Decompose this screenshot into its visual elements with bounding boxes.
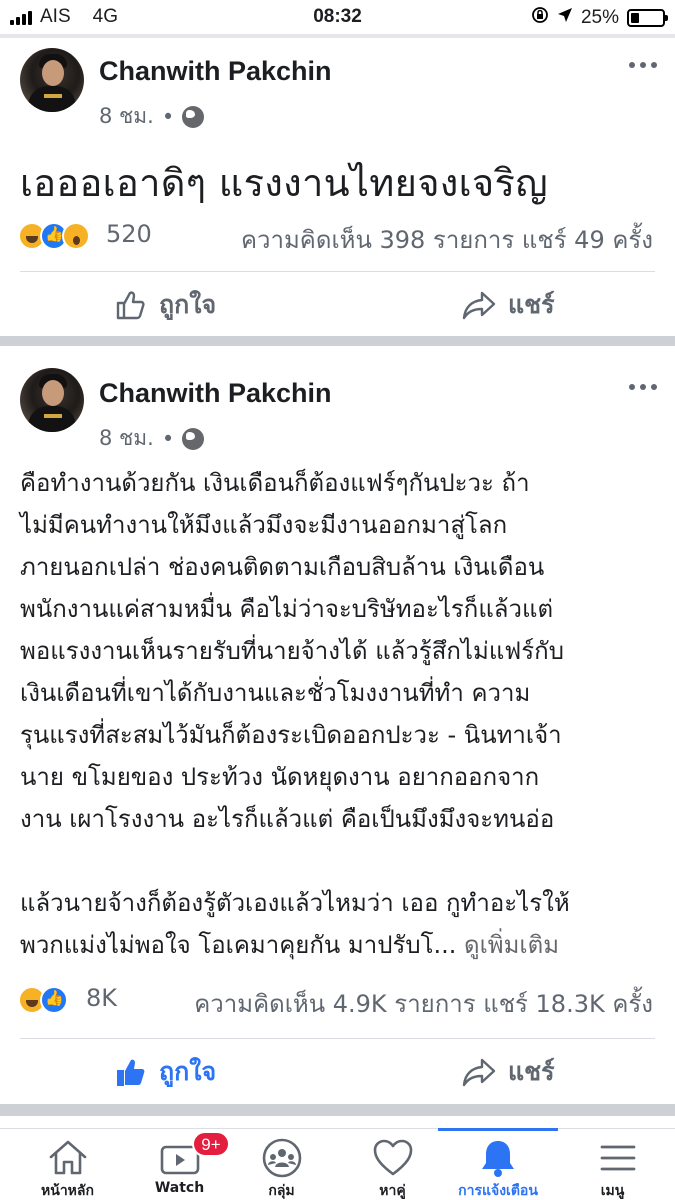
share-arrow-icon [462,290,496,320]
dating-heart-icon [372,1137,414,1179]
post-divider [0,336,675,346]
stats-divider [20,1038,655,1039]
see-more-link[interactable]: ดูเพิ่มเติม [464,931,559,959]
header-divider [0,34,675,38]
like-label: ถูกใจ [159,290,217,319]
globe-icon [182,427,205,450]
post-actions: ถูกใจ แชร์ [0,275,675,335]
home-icon [47,1137,89,1179]
stats-divider [20,271,655,272]
like-reaction-icon [40,986,68,1014]
post-actions: ถูกใจ แชร์ [0,1042,675,1102]
share-label: แชร์ [508,1057,555,1086]
post-meta: 8 ชม. • [99,422,205,455]
like-label: ถูกใจ [159,1057,217,1086]
groups-icon [261,1137,303,1179]
like-button[interactable]: ถูกใจ [115,1042,216,1102]
tab-menu[interactable]: เมนู [550,1129,675,1200]
post-time[interactable]: 8 ชม. [99,422,154,455]
tab-notifications[interactable]: การแจ้งเตือน [438,1128,558,1200]
meta-separator: • [161,104,175,129]
orientation-lock-icon [531,6,549,30]
reaction-icons[interactable] [18,986,68,1014]
battery-percent: 25% [580,7,619,28]
author-name[interactable]: Chanwith Pakchin [99,56,332,87]
post-text-line: ภายนอกเปล่า ช่องคนติดตามเกือบสิบล้าน เงิ… [20,553,545,581]
post-body: คือทำงานด้วยกัน เงินเดือนก็ต้องแฟร์ๆกันป… [20,462,660,966]
globe-icon [182,105,205,128]
wow-reaction-icon [62,222,90,250]
post-text-line: แล้วนายจ้างก็ต้องรู้ตัวเองแล้วไหมว่า เออ… [20,889,570,917]
post-text-blank-line [20,840,660,882]
share-button[interactable]: แชร์ [462,1042,555,1102]
bell-icon [477,1137,519,1179]
comments-shares-count[interactable]: ความคิดเห็น 4.9K รายการ แชร์ 18.3K ครั้ง [194,984,653,1023]
author-name[interactable]: Chanwith Pakchin [99,378,332,409]
thumbs-up-filled-icon [115,1056,147,1088]
post-meta: 8 ชม. • [99,100,205,133]
share-arrow-icon [462,1057,496,1087]
reaction-icons[interactable] [18,222,90,250]
tab-label: การแจ้งเตือน [458,1183,538,1199]
bottom-navigation: หน้าหลัก 9+ Watch กลุ่ม หาคู่ การแจ้งเตื… [0,1128,675,1200]
tab-label: เมนู [600,1183,625,1199]
post-text-line: คือทำงานด้วยกัน เงินเดือนก็ต้องแฟร์ๆกันป… [20,469,530,497]
post-divider [0,1104,675,1116]
more-options-icon[interactable] [629,384,657,390]
post-text-last-line: พวกแม่งไม่พอใจ โอเคมาคุยกัน มาปรับโ... ด… [20,924,660,966]
reaction-count[interactable]: 8K [86,984,117,1012]
comments-shares-count[interactable]: ความคิดเห็น 398 รายการ แชร์ 49 ครั้ง [241,220,653,259]
menu-icon [597,1137,639,1179]
post-text-line: ไม่มีคนทำงานให้มึงแล้วมึงจะมีงานออกมาสู่… [20,511,508,539]
post-stats[interactable]: 8K ความคิดเห็น 4.9K รายการ แชร์ 18.3K คร… [18,984,653,1020]
post-time[interactable]: 8 ชม. [99,100,154,133]
post-text-line: พอแรงงานเห็นรายรับที่นายจ้างได้ แล้วรู้ส… [20,637,564,665]
post-stats[interactable]: 520 ความคิดเห็น 398 รายการ แชร์ 49 ครั้ง [18,220,653,256]
location-arrow-icon [557,7,573,29]
meta-separator: • [161,426,175,451]
thumbs-up-icon [115,289,147,321]
author-avatar[interactable] [20,48,84,112]
post-text-line: งาน เผาโรงงาน อะไรก็แล้วแต่ คือเป็นมึงมึ… [20,805,555,833]
post-text-line: นาย ขโมยของ ประท้วง นัดหยุดงาน อยากออกจา… [20,763,540,791]
more-options-icon[interactable] [629,62,657,68]
post-text: เอออเอาดิๆ แรงงานไทยจงเจริญ [20,161,548,205]
post-text-line: พนักงานแค่สามหมื่น คือไม่ว่าจะบริษัทอะไร… [20,595,554,623]
status-bar: AIS 4G 08:32 25% [0,0,675,34]
post-text-line: พวกแม่งไม่พอใจ โอเคมาคุยกัน มาปรับโ... [20,931,457,959]
battery-icon [627,9,668,27]
reaction-count[interactable]: 520 [106,220,152,248]
share-label: แชร์ [508,290,555,319]
author-avatar[interactable] [20,368,84,432]
post-text-line: เงินเดือนที่เขาได้กับงานและชั่วโมงงานที่… [20,679,531,707]
post-text-line: รุนแรงที่สะสมไว้มันก็ต้องระเบิดออกปะวะ -… [20,721,562,749]
share-button[interactable]: แชร์ [462,275,555,335]
like-button[interactable]: ถูกใจ [115,275,216,335]
